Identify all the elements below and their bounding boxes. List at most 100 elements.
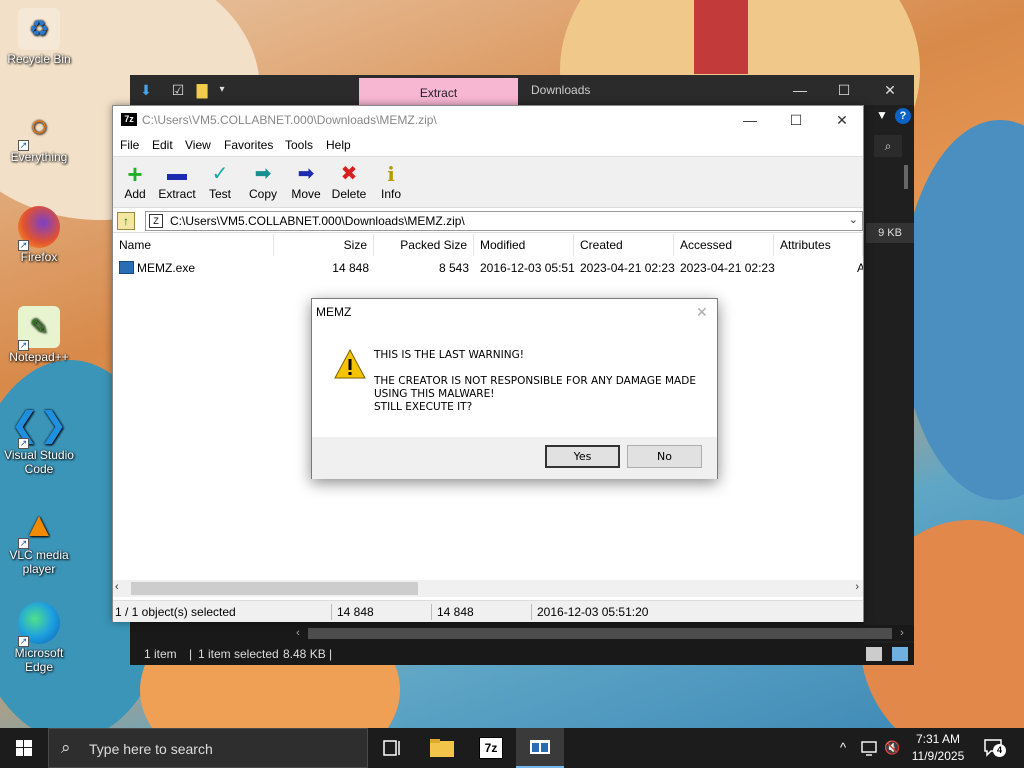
column-header-size[interactable]: Size <box>274 234 374 256</box>
volume-muted-icon[interactable]: 🔇 <box>884 740 900 756</box>
chevron-down-icon[interactable]: ▼ <box>874 108 890 124</box>
explorer-horizontal-scrollbar[interactable]: ‹ › <box>290 625 914 641</box>
menu-help[interactable]: Help <box>326 138 351 152</box>
add-label: Add <box>124 187 146 201</box>
executable-file-icon <box>119 261 134 274</box>
archive-icon: Z <box>149 214 163 228</box>
scroll-right-icon[interactable]: › <box>855 581 859 593</box>
details-view-icon[interactable] <box>866 647 882 661</box>
no-button[interactable]: No <box>627 445 702 468</box>
download-arrow-icon[interactable]: ⬇ <box>138 82 154 98</box>
taskbar-sevenzip[interactable]: 7z <box>467 728 515 768</box>
shortcut-arrow-icon: ↗ <box>18 240 29 251</box>
status-divider <box>331 604 332 620</box>
move-arrow-icon: ➡ <box>297 163 315 185</box>
copy-label: Copy <box>248 187 277 201</box>
copy-button[interactable]: ➡ Copy <box>241 161 285 205</box>
test-button[interactable]: ✓ Test <box>198 161 242 205</box>
chevron-down-icon[interactable]: ⌄ <box>849 213 858 226</box>
close-icon[interactable]: ✕ <box>819 109 865 131</box>
status-modified: 2016-12-03 05:51:20 <box>537 605 649 619</box>
status-size: 14 848 <box>337 605 374 619</box>
status-selected: 1 item selected <box>198 647 279 661</box>
notification-badge: 4 <box>993 744 1006 757</box>
scroll-right-icon[interactable]: › <box>894 625 910 641</box>
column-header-attributes[interactable]: Attributes <box>774 234 863 256</box>
delete-x-icon: ✖ <box>340 163 358 185</box>
desktop-icon-everything[interactable]: ○ ↗ Everything <box>4 106 74 165</box>
explorer-title-downloads: Downloads <box>531 83 591 97</box>
search-icon[interactable]: ⌕ <box>874 135 902 157</box>
clock-time: 7:31 AM <box>915 732 961 746</box>
show-hidden-icons-chevron[interactable]: ^ <box>840 740 846 755</box>
sevenzip-titlebar: 7z C:\Users\VM5.COLLABNET.000\Downloads\… <box>113 106 863 134</box>
minimize-icon[interactable]: — <box>727 109 773 131</box>
close-icon[interactable]: ✕ <box>868 79 912 101</box>
menu-view[interactable]: View <box>185 138 211 152</box>
desktop-icon-vlc[interactable]: ▲ ↗ VLC media player <box>4 504 74 576</box>
menu-file[interactable]: File <box>120 138 139 152</box>
minimize-icon[interactable]: — <box>778 79 822 101</box>
taskbar-search-box[interactable]: ⌕ Type here to search <box>48 728 368 768</box>
cell-modified: 2016-12-03 05:51 <box>480 261 575 275</box>
menu-tools[interactable]: Tools <box>285 138 313 152</box>
customize-quick-access-icon[interactable]: ▾ <box>214 82 230 98</box>
address-input[interactable]: Z C:\Users\VM5.COLLABNET.000\Downloads\M… <box>145 211 863 231</box>
start-button[interactable] <box>0 728 48 768</box>
taskbar: ⌕ Type here to search 7z ^ 🔇 7:31 AM 11/… <box>0 728 1024 768</box>
network-icon[interactable] <box>861 740 879 756</box>
maximize-icon[interactable]: ☐ <box>822 79 866 101</box>
desktop-icon-label: Visual Studio Code <box>4 448 74 476</box>
scroll-left-icon[interactable]: ‹ <box>115 581 119 593</box>
desktop-icon-notepadpp[interactable]: ✎ ↗ Notepad++ <box>4 306 74 364</box>
close-icon[interactable]: ✕ <box>696 304 708 321</box>
taskbar-file-explorer[interactable] <box>418 728 466 768</box>
maximize-icon[interactable]: ☐ <box>773 109 819 131</box>
column-header-modified[interactable]: Modified <box>474 234 574 256</box>
taskbar-memz-app[interactable] <box>516 728 564 768</box>
yes-button[interactable]: Yes <box>545 445 620 468</box>
action-center-button[interactable]: 4 <box>982 737 1006 759</box>
status-selected-count: 1 / 1 object(s) selected <box>115 605 236 619</box>
desktop-icon-edge[interactable]: ↗ Microsoft Edge <box>4 602 74 674</box>
explorer-vertical-scrollbar[interactable] <box>904 165 908 189</box>
desktop-icon-label: VLC media player <box>9 548 69 576</box>
clock-date: 11/9/2025 <box>911 749 965 763</box>
taskbar-clock[interactable]: 7:31 AM 11/9/2025 <box>906 731 970 765</box>
task-view-button[interactable] <box>368 728 416 768</box>
menubar: File Edit View Favorites Tools Help <box>113 135 863 155</box>
desktop-icon-recycle-bin[interactable]: ♻ Recycle Bin <box>4 8 74 66</box>
desktop-icon-vscode[interactable]: ❮❯ ↗ Visual Studio Code <box>4 404 74 476</box>
column-header-accessed[interactable]: Accessed <box>674 234 774 256</box>
ribbon-tab-extract[interactable]: Extract <box>359 78 518 105</box>
folder-icon[interactable]: ▇ <box>194 82 210 98</box>
menu-favorites[interactable]: Favorites <box>224 138 273 152</box>
extract-button[interactable]: ▬ Extract <box>155 161 199 205</box>
shortcut-arrow-icon: ↗ <box>18 340 29 351</box>
move-button[interactable]: ➡ Move <box>284 161 328 205</box>
scroll-left-icon[interactable]: ‹ <box>290 625 306 641</box>
copy-arrow-icon: ➡ <box>254 163 272 185</box>
large-icons-view-icon[interactable] <box>892 647 908 661</box>
message-line: STILL EXECUTE IT? <box>374 401 473 413</box>
desktop-icon-firefox[interactable]: ↗ Firefox <box>4 206 74 264</box>
warning-icon <box>334 349 366 379</box>
add-button[interactable]: + Add <box>113 161 157 205</box>
recycle-bin-icon: ♻ <box>18 8 60 50</box>
info-button[interactable]: i Info <box>369 161 413 205</box>
scrollbar-thumb[interactable] <box>131 582 418 595</box>
column-header-name[interactable]: Name <box>113 234 274 256</box>
column-header-created[interactable]: Created <box>574 234 674 256</box>
status-separator: | <box>189 647 193 661</box>
scrollbar-thumb[interactable] <box>308 628 892 639</box>
horizontal-scrollbar[interactable]: ‹ › <box>113 580 863 597</box>
help-icon[interactable]: ? <box>895 108 911 124</box>
desktop-icon-label: Notepad++ <box>9 350 69 364</box>
column-header-packed-size[interactable]: Packed Size <box>374 234 474 256</box>
message-line: USING THIS MALWARE! <box>374 388 495 400</box>
menu-edit[interactable]: Edit <box>152 138 173 152</box>
properties-icon[interactable]: ☑ <box>170 82 186 98</box>
delete-button[interactable]: ✖ Delete <box>327 161 371 205</box>
search-placeholder: Type here to search <box>89 741 213 757</box>
folder-up-icon[interactable]: ↑ <box>117 212 135 230</box>
